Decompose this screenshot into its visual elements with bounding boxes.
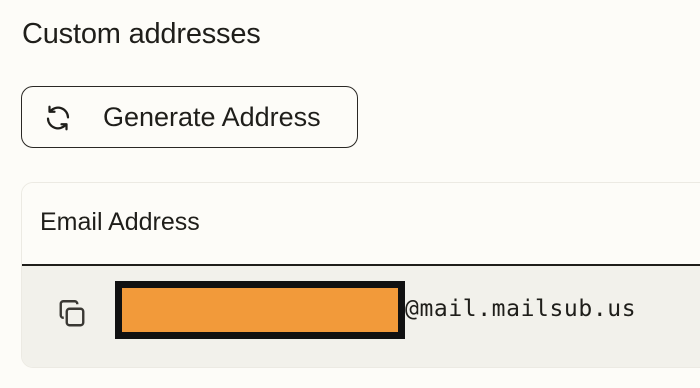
redacted-local-part xyxy=(115,281,405,339)
table-header: Email Address xyxy=(22,183,700,266)
refresh-icon xyxy=(43,103,73,133)
table-row: @mail.mailsub.us xyxy=(22,266,700,367)
email-domain: @mail.mailsub.us xyxy=(405,296,637,322)
generate-address-button[interactable]: Generate Address xyxy=(21,86,358,148)
generate-address-label: Generate Address xyxy=(103,102,321,132)
column-header-email-address: Email Address xyxy=(40,208,200,236)
copy-icon[interactable] xyxy=(54,296,90,332)
addresses-table: Email Address @mail.mailsub.us xyxy=(21,182,700,368)
page-title: Custom addresses xyxy=(22,18,261,50)
